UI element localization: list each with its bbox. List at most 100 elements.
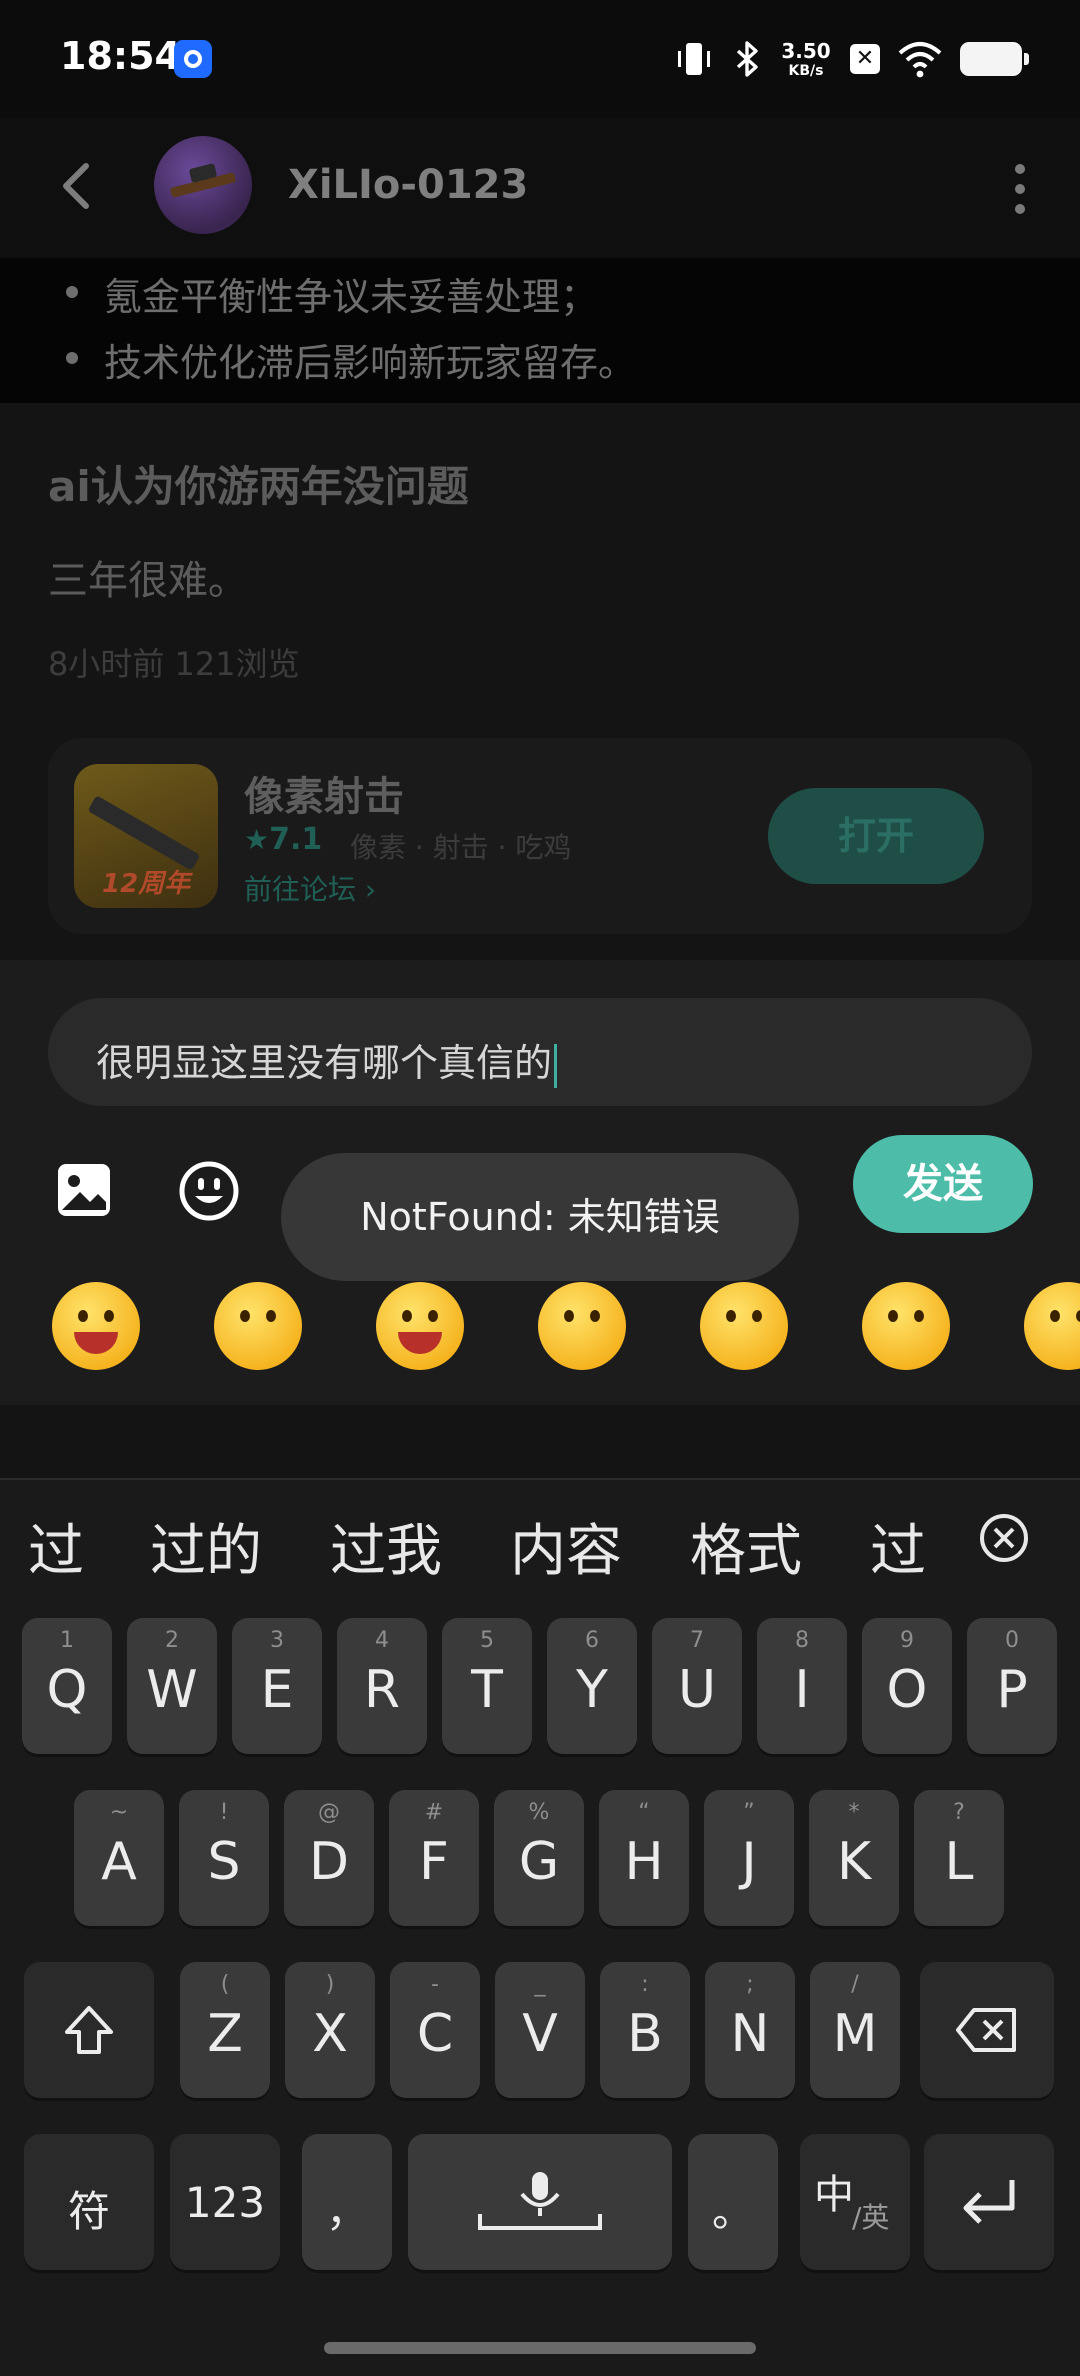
key-d[interactable]: @ D xyxy=(284,1790,374,1926)
key-label: Q xyxy=(46,1660,88,1720)
key-u[interactable]: 7U xyxy=(652,1618,742,1754)
key-f[interactable]: # F xyxy=(389,1790,479,1926)
open-game-button[interactable]: 打开 xyxy=(768,788,984,884)
key-label: E xyxy=(260,1660,294,1720)
enter-icon xyxy=(963,2180,1015,2224)
candidate-item[interactable]: 过 xyxy=(28,1506,84,1587)
backspace-icon xyxy=(956,2008,1016,2052)
key-hint: _ xyxy=(534,1972,546,1997)
clear-candidates-icon[interactable] xyxy=(976,1510,1032,1566)
key-w[interactable]: 2W xyxy=(127,1618,217,1754)
emoji-icon[interactable] xyxy=(178,1160,240,1222)
key-hint: 5 xyxy=(480,1628,494,1653)
key-hint: 1 xyxy=(60,1628,74,1653)
game-card[interactable]: 12周年 像素射击 ★7.1 像素 · 射击 · 吃鸡 前往论坛 › 打开 xyxy=(48,738,1032,934)
language-switch-key[interactable]: 中 /英 xyxy=(800,2134,910,2270)
home-indicator[interactable] xyxy=(324,2342,756,2354)
post-bullets: 氪金平衡性争议未妥善处理； 技术优化滞后影响新玩家留存。 xyxy=(0,258,1080,403)
key-hint: ( xyxy=(220,1972,230,1997)
emoji-laugh[interactable] xyxy=(52,1282,140,1370)
comment-input[interactable]: 很明显这里没有哪个真信的 xyxy=(48,998,1032,1106)
key-hint: # xyxy=(424,1800,444,1825)
candidate-item[interactable]: 过的 xyxy=(150,1506,262,1587)
key-o[interactable]: 9O xyxy=(862,1618,952,1754)
key-t[interactable]: 5T xyxy=(442,1618,532,1754)
bluetooth-icon xyxy=(736,41,758,77)
comma-key[interactable]: ， xyxy=(302,2134,392,2270)
key-label: A xyxy=(101,1832,137,1892)
avatar[interactable] xyxy=(154,136,252,234)
key-r[interactable]: 4R xyxy=(337,1618,427,1754)
key-i[interactable]: 8I xyxy=(757,1618,847,1754)
error-toast: NotFound: 未知错误 xyxy=(281,1153,799,1281)
key-label: K xyxy=(836,1832,872,1892)
key-s[interactable]: ! S xyxy=(179,1790,269,1926)
shift-icon xyxy=(65,2006,113,2054)
emoji-love[interactable] xyxy=(1024,1282,1080,1370)
emoji-smirk[interactable] xyxy=(700,1282,788,1370)
vibrate-icon xyxy=(678,43,710,75)
comment-panel: 很明显这里没有哪个真信的 发送 NotFound: 未知错误 xyxy=(0,960,1080,1405)
backspace-key[interactable] xyxy=(920,1962,1054,2098)
bullet-item: 技术优化滞后影响新玩家留存。 xyxy=(65,332,636,387)
more-vertical-icon[interactable] xyxy=(1000,154,1040,224)
key-a[interactable]: ~ A xyxy=(74,1790,164,1926)
microphone-icon xyxy=(478,2172,602,2230)
key-j[interactable]: ” J xyxy=(704,1790,794,1926)
enter-key[interactable] xyxy=(924,2134,1054,2270)
shift-key[interactable] xyxy=(24,1962,154,2098)
key-z[interactable]: (Z xyxy=(180,1962,270,2098)
key-x[interactable]: ) X xyxy=(285,1962,375,2098)
key-hint: - xyxy=(431,1972,439,1997)
key-label: J xyxy=(741,1832,757,1892)
send-button[interactable]: 发送 xyxy=(853,1135,1033,1233)
key-h[interactable]: “H xyxy=(599,1790,689,1926)
key-c[interactable]: -C xyxy=(390,1962,480,2098)
key-hint: 8 xyxy=(795,1628,809,1653)
key-label: V xyxy=(522,2004,558,2064)
key-hint: ) xyxy=(325,1972,335,1997)
comment-text: 很明显这里没有哪个真信的 xyxy=(96,1032,558,1088)
emoji-exploding[interactable] xyxy=(538,1282,626,1370)
emoji-cry[interactable] xyxy=(376,1282,464,1370)
key-hint: ” xyxy=(743,1800,755,1825)
period-key[interactable]: 。 xyxy=(688,2134,778,2270)
key-y[interactable]: 6Y xyxy=(547,1618,637,1754)
key-q[interactable]: 1Q xyxy=(22,1618,112,1754)
battery-icon xyxy=(960,42,1029,76)
candidate-item[interactable]: 内容 xyxy=(510,1506,622,1587)
key-k[interactable]: * K xyxy=(809,1790,899,1926)
symbol-key[interactable]: 符 xyxy=(24,2134,154,2270)
key-g[interactable]: % G xyxy=(494,1790,584,1926)
key-v[interactable]: _ V xyxy=(495,1962,585,2098)
back-arrow-icon[interactable] xyxy=(50,156,110,216)
username[interactable]: XiLIo-0123 xyxy=(288,162,528,208)
key-label: X xyxy=(312,2004,348,2064)
key-m[interactable]: / M xyxy=(810,1962,900,2098)
key-label: G xyxy=(518,1832,560,1892)
emoji-grimace[interactable] xyxy=(214,1282,302,1370)
space-key[interactable] xyxy=(408,2134,672,2270)
key-label: L xyxy=(944,1832,974,1892)
key-p[interactable]: 0P xyxy=(967,1618,1057,1754)
key-l[interactable]: ? L xyxy=(914,1790,1004,1926)
status-icons: 3.50 KB/s ✕ xyxy=(674,34,1029,84)
key-e[interactable]: 3E xyxy=(232,1618,322,1754)
candidate-item[interactable]: 过我 xyxy=(330,1506,442,1587)
key-hint: 3 xyxy=(270,1628,284,1653)
candidate-item[interactable]: 格式 xyxy=(690,1506,802,1587)
key-hint: ; xyxy=(746,1972,754,1997)
image-icon[interactable] xyxy=(54,1160,114,1220)
no-sim-icon: ✕ xyxy=(850,44,880,74)
key-b[interactable]: :B xyxy=(600,1962,690,2098)
key-n[interactable]: ; N xyxy=(705,1962,795,2098)
bullet-item: 氪金平衡性争议未妥善处理； xyxy=(65,266,598,321)
candidate-item[interactable]: 过 xyxy=(870,1506,926,1587)
key-hint: ! xyxy=(219,1800,229,1825)
forum-link[interactable]: 前往论坛 › xyxy=(244,868,376,908)
number-mode-key[interactable]: 123 xyxy=(170,2134,280,2270)
key-hint: 0 xyxy=(1005,1628,1019,1653)
key-hint: “ xyxy=(638,1800,650,1825)
emoji-blush[interactable] xyxy=(862,1282,950,1370)
key-label: N xyxy=(730,2004,770,2064)
